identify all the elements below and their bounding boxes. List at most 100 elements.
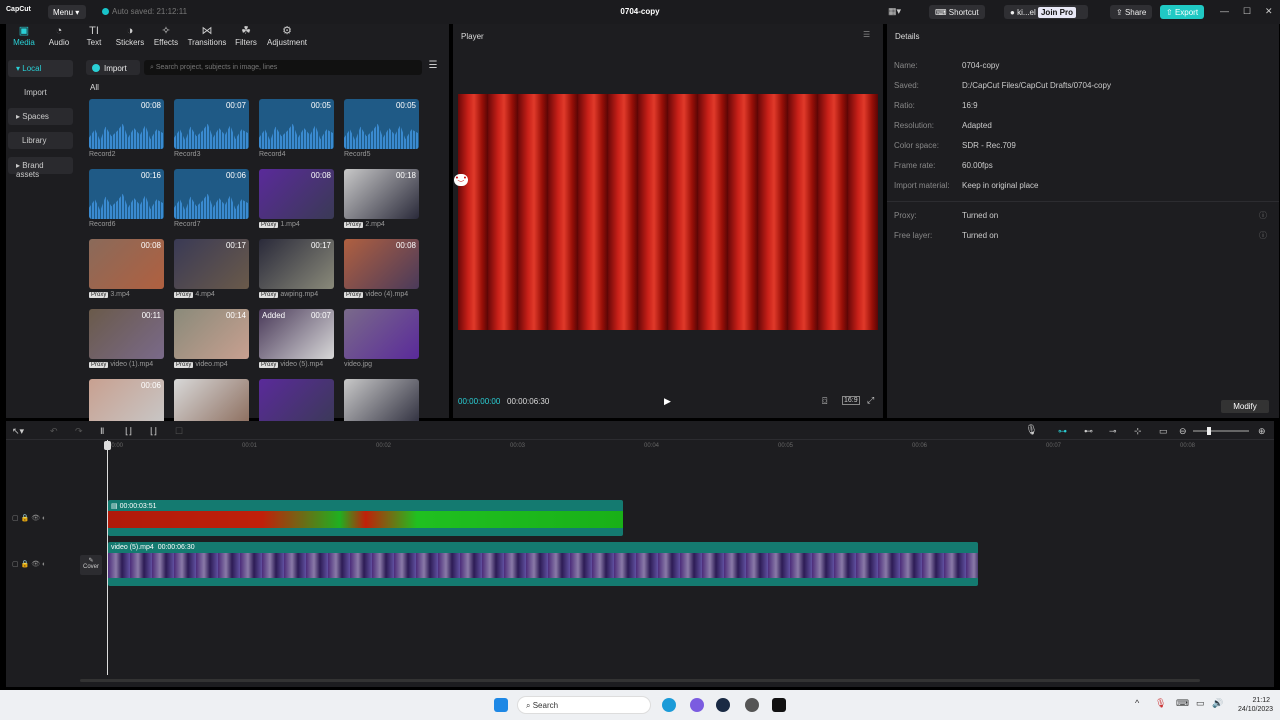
play-icon[interactable]: ▶ xyxy=(664,396,671,407)
tab-audio[interactable]: ◔ Audio xyxy=(41,24,77,50)
taskbar-search[interactable]: ⌕ Search xyxy=(517,696,651,714)
preview-axis-icon[interactable]: ⊹ xyxy=(1134,426,1142,437)
media-name: video.jpg xyxy=(344,361,373,368)
plus-icon xyxy=(92,64,100,72)
tab-media[interactable]: ▣ Media xyxy=(6,24,42,50)
playhead[interactable] xyxy=(107,440,108,675)
zoom-out-icon[interactable]: ⊖ xyxy=(1179,426,1187,437)
detail-label: Proxy: xyxy=(894,211,917,220)
minimize-icon[interactable]: — xyxy=(1220,6,1229,16)
media-thumbnail[interactable]: 00:08 xyxy=(89,99,164,149)
media-name: Record3 xyxy=(174,151,201,158)
snap-icon[interactable]: ⊷ xyxy=(1084,426,1093,437)
tab-text[interactable]: TI Text xyxy=(76,24,112,50)
tab-effects[interactable]: ✧ Effects xyxy=(148,24,184,50)
media-thumbnail[interactable]: 00:17 xyxy=(174,239,249,289)
media-thumbnail[interactable]: 00:06 xyxy=(174,169,249,219)
steam-icon[interactable] xyxy=(716,698,730,712)
list-view-icon[interactable]: ☰ xyxy=(426,60,440,75)
info-icon[interactable]: ⓘ xyxy=(1259,230,1267,241)
media-thumbnail[interactable] xyxy=(344,309,419,359)
tab-stickers[interactable]: ◑ Stickers xyxy=(112,24,148,50)
cursor-icon[interactable]: ↖▾ xyxy=(12,426,24,437)
fullscreen-icon[interactable]: ⤢ xyxy=(867,395,874,406)
track-controls[interactable]: ▢ 🔒 👁 ◐ xyxy=(12,514,46,522)
discord-icon[interactable] xyxy=(690,698,704,712)
microphone-icon[interactable]: 🎙 xyxy=(1025,425,1038,436)
keyboard-icon[interactable]: ⌨ xyxy=(1176,698,1189,709)
join-pro-badge[interactable]: Join Pro xyxy=(1037,7,1076,18)
windows-start-icon[interactable] xyxy=(494,698,508,712)
undo-icon[interactable]: ↶ xyxy=(50,426,58,437)
zoom-in-icon[interactable]: ⊕ xyxy=(1258,426,1266,437)
sidebar-item-import[interactable]: Import xyxy=(8,84,73,101)
trim-left-icon[interactable]: ⌊⌋ xyxy=(125,426,132,437)
trim-right-icon[interactable]: ⌊⌋ xyxy=(150,426,157,437)
import-button[interactable]: Import xyxy=(86,60,140,75)
playhead-handle[interactable] xyxy=(104,441,111,450)
zoom-slider[interactable] xyxy=(1193,430,1249,432)
capcut-icon[interactable] xyxy=(772,698,786,712)
media-thumbnail[interactable]: 00:05 xyxy=(259,99,334,149)
player-preview[interactable] xyxy=(458,94,878,330)
media-thumbnail[interactable]: 00:17 xyxy=(259,239,334,289)
media-thumbnail[interactable]: 00:18 xyxy=(344,169,419,219)
media-thumbnail[interactable]: 00:05 xyxy=(344,99,419,149)
media-thumbnail[interactable]: 00:16 xyxy=(89,169,164,219)
info-icon[interactable]: ⓘ xyxy=(1259,210,1267,221)
tab-filters[interactable]: ☘ Filters xyxy=(228,24,264,50)
tab-adjustment[interactable]: ⚙ Adjustment xyxy=(264,24,310,50)
media-search-input[interactable]: ⌕ Search project, subjects in image, lin… xyxy=(144,60,422,75)
filter-all[interactable]: All xyxy=(90,83,99,92)
microphone-icon[interactable]: 🎙 xyxy=(1155,698,1166,709)
link-icon[interactable]: ⊶ xyxy=(1058,426,1067,437)
timeline-tick: 00:01 xyxy=(242,443,258,449)
clip-video-main[interactable]: video (5).mp4 00:00:06:30 xyxy=(108,542,978,586)
redo-icon[interactable]: ↷ xyxy=(75,426,83,437)
media-thumbnail[interactable]: 00:08 xyxy=(259,169,334,219)
taskbar-clock[interactable]: 21:12 24/10/2023 xyxy=(1238,696,1273,714)
media-thumbnail[interactable]: 00:14 xyxy=(174,309,249,359)
screenshot-icon[interactable]: ⌼ xyxy=(822,396,827,407)
close-icon[interactable]: ✕ xyxy=(1265,6,1273,17)
media-thumbnail[interactable]: 00:07 xyxy=(174,99,249,149)
sidebar-item-brand-assets[interactable]: ▸ Brand assets xyxy=(8,157,73,179)
clip-effect[interactable]: ▤ 00:00:03:51 xyxy=(108,500,623,536)
share-button[interactable]: ⇪ Share xyxy=(1110,5,1153,19)
split-icon[interactable]: Ⅱ xyxy=(100,426,104,437)
obs-icon[interactable] xyxy=(745,698,759,712)
export-button[interactable]: ⇧ Export xyxy=(1160,5,1205,19)
delete-icon[interactable]: ☐ xyxy=(175,426,183,437)
display-icon[interactable]: ▭ xyxy=(1196,698,1205,709)
media-name: awping.mp4 xyxy=(280,291,319,298)
menu-icon[interactable]: ☰ xyxy=(863,30,870,39)
edge-icon[interactable] xyxy=(662,698,676,712)
media-thumbnail[interactable]: 00:08 xyxy=(344,239,419,289)
ratio-button[interactable]: 16:9 xyxy=(842,396,860,405)
tab-transitions[interactable]: ⋈ Transitions xyxy=(186,24,228,50)
track-controls[interactable]: ▢ 🔒 👁 ◐ xyxy=(12,560,46,568)
maximize-icon[interactable]: ☐ xyxy=(1243,6,1251,17)
shortcut-button[interactable]: ⌨ Shortcut xyxy=(929,5,985,19)
menu-button[interactable]: Menu ▾ xyxy=(48,5,86,19)
media-thumbnail[interactable]: 00:07 Added xyxy=(259,309,334,359)
layout-icon[interactable]: ▦▾ xyxy=(888,6,901,17)
media-thumbnail[interactable]: 00:11 xyxy=(89,309,164,359)
cover-button[interactable]: ✎ Cover xyxy=(80,555,102,575)
clip-thumbnails xyxy=(108,553,978,578)
modify-button[interactable]: Modify xyxy=(1221,400,1269,413)
user-button[interactable]: ● ki...el Join Pro xyxy=(1004,5,1088,19)
zoom-slider-handle[interactable] xyxy=(1207,427,1211,435)
tray-chevron-icon[interactable]: ^ xyxy=(1135,698,1139,708)
magnet-icon[interactable]: ⊸ xyxy=(1109,426,1117,437)
media-caption: Proxy video.mp4 xyxy=(174,361,254,368)
timeline-scrollbar[interactable] xyxy=(80,679,1200,682)
media-thumbnail[interactable]: 00:08 xyxy=(89,239,164,289)
sidebar-item-spaces[interactable]: ▸ Spaces xyxy=(8,108,73,125)
filters-icon: ☘ xyxy=(241,25,251,37)
sidebar-item-library[interactable]: Library xyxy=(8,132,73,149)
volume-icon[interactable]: 🔊 xyxy=(1212,698,1223,709)
media-name: Record4 xyxy=(259,151,286,158)
caption-icon[interactable]: ▭ xyxy=(1159,426,1168,437)
sidebar-item-local[interactable]: ▾ Local xyxy=(8,60,73,77)
